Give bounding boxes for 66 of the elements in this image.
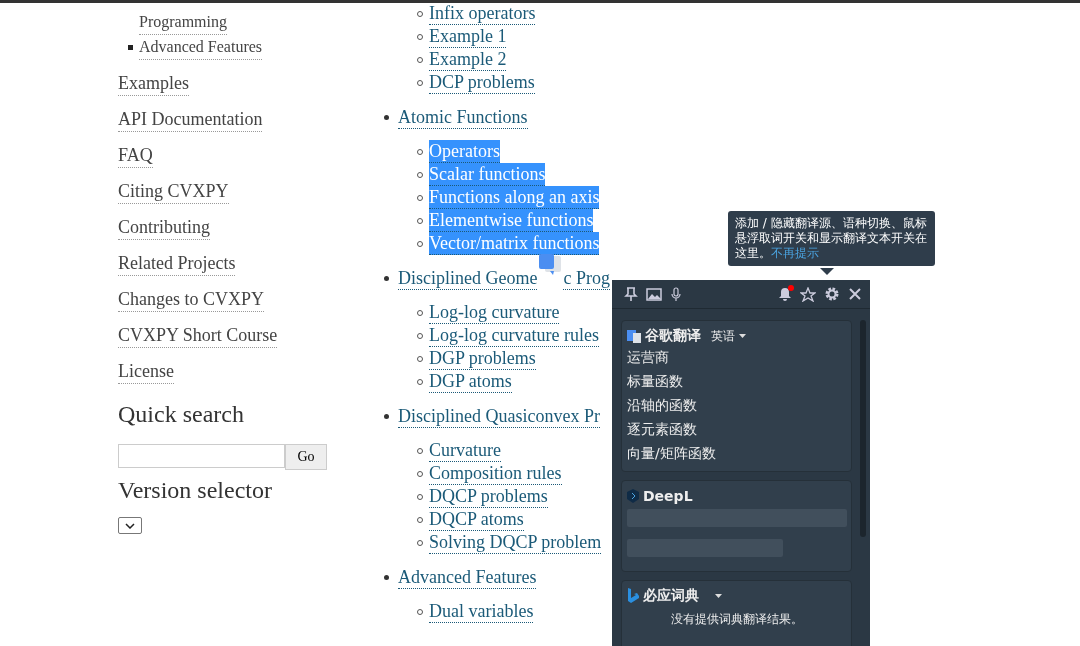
toc-link[interactable]: Disciplined Quasiconvex Pr	[398, 405, 600, 428]
translation-text: 标量函数	[627, 372, 684, 391]
dismiss-link[interactable]: 不再提示	[771, 246, 819, 260]
caret-icon	[739, 334, 746, 338]
image-icon[interactable]	[646, 287, 662, 301]
toc-link[interactable]: DQCP problems	[429, 485, 548, 508]
microphone-icon[interactable]	[670, 286, 682, 302]
toc-link[interactable]: Composition rules	[429, 462, 562, 485]
sidebar-link[interactable]: Advanced Features	[139, 35, 263, 60]
toc-link[interactable]: c Prog	[563, 267, 610, 290]
sidebar-link[interactable]: FAQ	[118, 143, 153, 168]
toc-link[interactable]: Example 2	[429, 48, 507, 71]
translation-text: 逐元素函数	[627, 420, 698, 439]
sidebar-link[interactable]: License	[118, 359, 174, 384]
sidebar-link[interactable]: Programming	[139, 10, 227, 35]
version-dropdown[interactable]	[118, 517, 142, 534]
toc-link[interactable]: Infix operators	[429, 2, 536, 25]
result-message: 没有提供词典翻译结果。	[669, 611, 804, 628]
bing-icon	[627, 588, 639, 604]
bullet-icon	[128, 45, 133, 50]
sidebar-link[interactable]: Citing CVXPY	[118, 179, 229, 204]
go-button[interactable]: Go	[285, 444, 327, 470]
translate-icon[interactable]	[537, 253, 564, 277]
sidebar-link[interactable]: API Documentation	[118, 107, 263, 132]
star-icon[interactable]	[800, 286, 816, 302]
language-dropdown[interactable]: 英语	[711, 327, 746, 345]
caret-icon	[125, 522, 135, 529]
translation-text: 运营商	[627, 348, 670, 367]
sidebar-link[interactable]: Examples	[118, 71, 189, 96]
section-heading: Version selector	[118, 476, 273, 505]
translation-text: 向量/矩阵函数	[627, 444, 717, 463]
toc-link[interactable]: Solving DQCP problem	[429, 531, 602, 554]
close-icon[interactable]	[848, 287, 862, 301]
source-title: 必应词典	[643, 587, 699, 605]
source-title: DeepL	[643, 488, 693, 504]
toc-link[interactable]: Dual variables	[429, 600, 534, 623]
toc-link[interactable]: Advanced Features	[398, 566, 537, 589]
toc-link[interactable]: Disciplined Geome	[398, 267, 538, 290]
bullet-icon	[384, 575, 389, 580]
sidebar-link[interactable]: Contributing	[118, 215, 210, 240]
toc-link[interactable]: DQCP atoms	[429, 508, 524, 531]
toc-link[interactable]: Log-log curvature	[429, 301, 560, 324]
search-field[interactable]	[118, 444, 285, 468]
caret-icon[interactable]	[715, 594, 722, 598]
sidebar-link[interactable]: CVXPY Short Course	[118, 323, 278, 348]
toc-link[interactable]: Atomic Functions	[398, 106, 528, 129]
bell-icon[interactable]	[778, 286, 792, 302]
pin-icon[interactable]	[624, 287, 638, 301]
bullet-icon	[384, 276, 389, 281]
toc-link[interactable]: DGP problems	[429, 347, 536, 370]
toc-link[interactable]: Log-log curvature rules	[429, 324, 599, 347]
tooltip: 添加 / 隐藏翻译源、语种切换、鼠标悬浮取词开关和显示翻译文本开关在这里。不再提示	[728, 211, 935, 266]
toc-link[interactable]: DGP atoms	[429, 370, 512, 393]
section-heading: Quick search	[118, 400, 245, 429]
sidebar-link[interactable]: Related Projects	[118, 251, 236, 276]
settings-icon[interactable]	[824, 286, 840, 302]
toc-link[interactable]: DCP problems	[429, 71, 535, 94]
bullet-icon	[384, 414, 389, 419]
bullet-icon	[384, 115, 389, 120]
toc-link[interactable]: Example 1	[429, 25, 507, 48]
deepl-icon	[627, 489, 639, 503]
translation-text: 沿轴的函数	[627, 396, 698, 415]
toc-link[interactable]: Curvature	[429, 439, 501, 462]
google-translate-icon	[627, 329, 641, 343]
sidebar-link[interactable]: Changes to CVXPY	[118, 287, 264, 312]
source-title: 谷歌翻译	[645, 327, 701, 345]
